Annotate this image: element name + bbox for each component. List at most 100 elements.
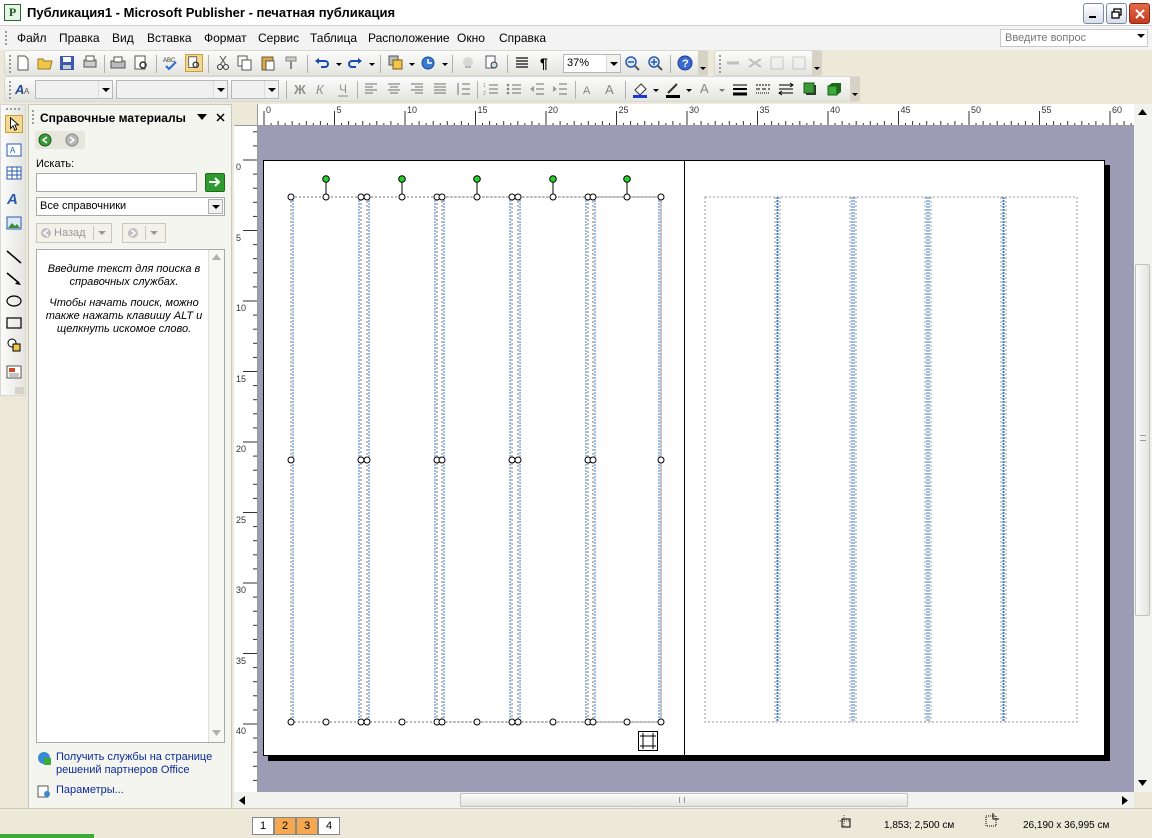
picture-frame-icon[interactable] [5,214,23,232]
reference-select-arrow[interactable] [208,199,223,214]
task-pane-menu-icon[interactable] [197,114,207,120]
toolbar-options[interactable] [850,77,860,101]
text-column-frame[interactable] [290,196,362,723]
toolbar-options[interactable] [15,387,24,394]
rotation-handle[interactable] [322,175,330,183]
restore-button[interactable] [1106,3,1127,24]
align-center-icon[interactable] [385,80,403,98]
resize-handle[interactable] [363,718,371,726]
cut-icon[interactable] [214,54,232,72]
redo-dropdown[interactable] [369,63,375,66]
text-column-frame[interactable] [366,196,438,723]
ruler-origin[interactable] [234,104,258,126]
decrease-indent-icon[interactable] [528,80,546,98]
font-select[interactable] [116,80,228,99]
insert-table-icon[interactable] [5,164,23,182]
resize-handle[interactable] [589,456,597,464]
underline-icon[interactable]: Ч [334,80,352,98]
toolbar-options[interactable] [698,51,708,75]
resize-handle[interactable] [357,193,365,201]
rotate-dropdown[interactable] [442,63,448,66]
autofit-options-button[interactable] [638,731,658,751]
numbering-icon[interactable]: 12 [482,80,500,98]
font-color-dropdown[interactable] [719,89,725,92]
horizontal-ruler[interactable]: 0 5 10 15 20 25 30 35 40 45 50 55 60 [258,104,1134,126]
copy-icon[interactable] [236,54,254,72]
close-window-button[interactable] [1129,3,1150,24]
horizontal-scrollbar[interactable] [234,792,1134,808]
rotation-handle[interactable] [473,175,481,183]
scroll-down-icon[interactable] [1138,780,1147,786]
scroll-up-icon[interactable] [212,254,221,260]
toolbar-grip[interactable] [6,108,20,111]
resize-handle[interactable] [287,456,295,464]
resize-handle[interactable] [438,193,446,201]
back-button[interactable]: Назад [36,223,112,243]
styles-icon[interactable]: AA [14,80,32,98]
style-select[interactable] [35,80,113,99]
print-preview-icon[interactable] [81,54,99,72]
menu-help[interactable]: Справка [499,31,546,45]
paste-icon[interactable] [259,54,277,72]
align-left-icon[interactable] [362,80,380,98]
task-pane-close-icon[interactable] [216,113,225,122]
arrow-tool-icon[interactable] [5,270,23,288]
increase-font-icon[interactable]: A [602,80,620,98]
rotation-handle[interactable] [623,175,631,183]
search-go-button[interactable] [205,173,225,192]
font-size-select[interactable] [231,80,279,99]
options-link[interactable]: Параметры... [56,784,124,797]
menu-arrange[interactable]: Расположение [368,31,450,45]
menu-table[interactable]: Таблица [310,31,357,45]
font-color-icon[interactable]: A [697,80,715,98]
3d-style-icon[interactable] [825,80,843,98]
forward-button[interactable] [122,223,166,243]
line-color-dropdown[interactable] [686,89,692,92]
resize-handle[interactable] [514,456,522,464]
menu-tools[interactable]: Сервис [258,31,299,45]
resize-handle[interactable] [657,456,665,464]
back-arrow-icon[interactable] [38,133,52,147]
menu-file[interactable]: Файл [17,31,47,45]
resize-handle[interactable] [514,718,522,726]
select-objects-icon[interactable] [5,115,23,133]
line-tool-icon[interactable] [5,248,23,266]
menu-insert[interactable]: Вставка [147,31,192,45]
menu-view[interactable]: Вид [112,31,134,45]
vertical-scrollbar[interactable] [1134,104,1152,792]
zoom-to-page-icon[interactable] [483,54,501,72]
resize-handle[interactable] [549,718,557,726]
task-pane-grip[interactable] [32,110,35,124]
italic-icon[interactable]: К [312,80,330,98]
resize-handle[interactable] [287,718,295,726]
page-tab-2[interactable]: 2 [274,817,296,835]
resize-handle[interactable] [357,718,365,726]
resize-handle[interactable] [514,193,522,201]
zoom-out-icon[interactable] [623,54,641,72]
page-tab-1[interactable]: 1 [252,817,274,835]
create-link-icon[interactable] [724,54,742,72]
fill-color-dropdown[interactable] [653,89,659,92]
resize-handle[interactable] [363,193,371,201]
scroll-right-icon[interactable] [1122,796,1128,805]
toolbar-options[interactable] [812,51,822,75]
text-column-frame[interactable] [441,196,513,723]
rotate-icon[interactable] [419,54,437,72]
scroll-up-icon[interactable] [1138,109,1147,115]
autoshapes-icon[interactable] [5,336,23,354]
undo-dropdown[interactable] [336,63,342,66]
justify-icon[interactable] [431,80,449,98]
resize-handle[interactable] [473,193,481,201]
bring-to-front-icon[interactable] [387,54,405,72]
resize-handle[interactable] [508,456,516,464]
toolbar-grip[interactable] [719,55,721,73]
align-right-icon[interactable] [408,80,426,98]
scroll-left-icon[interactable] [239,796,245,805]
get-services-link[interactable]: Получить службы на странице решений парт… [56,751,231,777]
shadow-style-icon[interactable] [801,80,819,98]
rotation-handle[interactable] [549,175,557,183]
fill-color-icon[interactable] [631,80,649,98]
columns-icon[interactable] [513,54,531,72]
minimize-button[interactable] [1083,3,1104,24]
design-gallery-icon[interactable] [5,363,23,381]
